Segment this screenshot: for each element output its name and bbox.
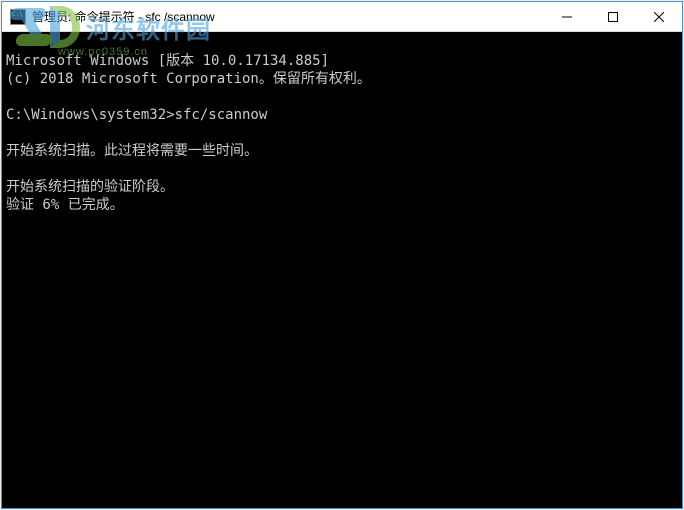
console-output[interactable]: Microsoft Windows [版本 10.0.17134.885] (c… xyxy=(2,32,682,508)
console-line: 开始系统扫描。此过程将需要一些时间。 xyxy=(6,143,258,159)
console-line: 开始系统扫描的验证阶段。 xyxy=(6,179,174,195)
maximize-button[interactable] xyxy=(590,2,636,31)
window-controls xyxy=(544,2,682,31)
command-text: sfc/scannow xyxy=(175,107,268,123)
close-button[interactable] xyxy=(636,2,682,31)
console-line: (c) 2018 Microsoft Corporation。保留所有权利。 xyxy=(6,71,371,87)
minimize-button[interactable] xyxy=(544,2,590,31)
console-line: Microsoft Windows [版本 10.0.17134.885] xyxy=(6,53,329,69)
cmd-icon xyxy=(10,9,26,25)
command-prompt-window: 管理员: 命令提示符 - sfc /scannow Microsoft Wind… xyxy=(1,1,683,509)
console-line: 验证 6% 已完成。 xyxy=(6,197,124,213)
window-title: 管理员: 命令提示符 - sfc /scannow xyxy=(32,8,544,25)
prompt: C:\Windows\system32> xyxy=(6,107,175,123)
console-prompt-line: C:\Windows\system32>sfc/scannow xyxy=(6,107,267,123)
titlebar[interactable]: 管理员: 命令提示符 - sfc /scannow xyxy=(2,2,682,32)
